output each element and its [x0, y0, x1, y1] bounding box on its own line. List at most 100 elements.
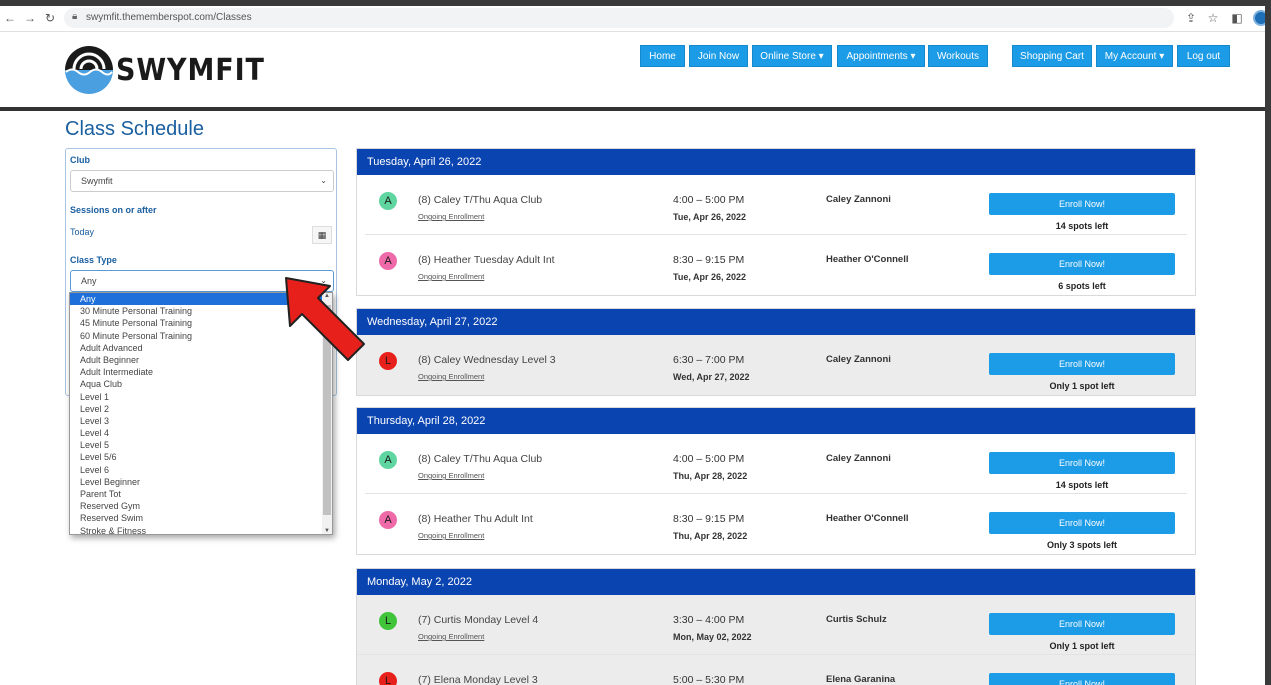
- window-frame-right: [1265, 0, 1271, 685]
- nav-my-account[interactable]: My Account ▾: [1096, 45, 1173, 67]
- nav-online-store[interactable]: Online Store ▾: [752, 45, 832, 67]
- day-block: Thursday, April 28, 2022 A (8) Caley T/Thu…: [356, 407, 1196, 555]
- class-level-badge: L: [379, 352, 397, 370]
- nav-join-now[interactable]: Join Now: [689, 45, 748, 67]
- dropdown-option[interactable]: Adult Intermediate: [70, 366, 332, 378]
- club-select-value: Swymfit: [81, 176, 113, 186]
- class-level-badge: A: [379, 192, 397, 210]
- enroll-now-button[interactable]: Enroll Now!: [989, 353, 1175, 375]
- day-header: Wednesday, April 27, 2022: [357, 309, 1195, 335]
- window-frame-top: [0, 0, 1271, 6]
- reload-icon[interactable]: ↻: [42, 9, 58, 27]
- class-name: (8) Heather Thu Adult Int: [418, 513, 533, 525]
- chevron-down-icon: ⌄: [320, 176, 327, 185]
- enrollment-type-link[interactable]: Ongoing Enrollment: [418, 372, 484, 381]
- day-block: Wednesday, April 27, 2022 L (8) Caley Wedn…: [356, 308, 1196, 396]
- page-title: Class Schedule: [65, 118, 204, 140]
- url-text: swymfit.thememberspot.com/Classes: [86, 12, 252, 23]
- dropdown-option[interactable]: Level 2: [70, 403, 332, 415]
- day-block: Tuesday, April 26, 2022 A (8) Caley T/Thu …: [356, 148, 1196, 296]
- nav-log-out[interactable]: Log out: [1177, 45, 1230, 67]
- dropdown-option[interactable]: Level 5: [70, 439, 332, 451]
- dropdown-option[interactable]: Level 4: [70, 427, 332, 439]
- instructor-name: Heather O'Connell: [826, 513, 909, 524]
- class-type-select-value: Any: [81, 276, 97, 286]
- nav-home[interactable]: Home: [640, 45, 685, 67]
- club-select[interactable]: Swymfit ⌄: [70, 170, 334, 192]
- class-time: 4:00 – 5:00 PM: [673, 453, 745, 465]
- spots-left-text: Only 1 spot left: [1049, 641, 1115, 651]
- spots-left-text: Only 3 spots left: [1046, 540, 1117, 550]
- class-level-badge: A: [379, 252, 397, 270]
- day-block: Monday, May 2, 2022 L (7) Curtis Monday Le…: [356, 568, 1196, 685]
- enrollment-type-link[interactable]: Ongoing Enrollment: [418, 531, 484, 540]
- enrollment-type-link[interactable]: Ongoing Enrollment: [418, 212, 484, 221]
- site-header: SWYMFIT Home Join Now Online Store ▾ App…: [0, 33, 1265, 111]
- club-label: Club: [70, 155, 90, 165]
- class-name: (8) Caley T/Thu Aqua Club: [418, 194, 543, 206]
- address-bar[interactable]: 🔒︎ swymfit.thememberspot.com/Classes: [64, 8, 1174, 28]
- scroll-down-icon[interactable]: ▼: [323, 528, 331, 534]
- class-name: (8) Caley Wednesday Level 3: [418, 354, 556, 366]
- spots-left-text: 14 spots left: [1055, 480, 1109, 490]
- dropdown-option[interactable]: Reserved Swim: [70, 512, 332, 524]
- sidebar-icon[interactable]: ◧: [1228, 9, 1246, 27]
- class-date: Wed, Apr 27, 2022: [673, 372, 750, 382]
- dropdown-option[interactable]: Parent Tot: [70, 488, 332, 500]
- day-header: Tuesday, April 26, 2022: [357, 149, 1195, 175]
- enrollment-type-link[interactable]: Ongoing Enrollment: [418, 471, 484, 480]
- dropdown-option[interactable]: Level 5/6: [70, 451, 332, 463]
- swymfit-logo[interactable]: SWYMFIT: [64, 45, 264, 95]
- dropdown-option[interactable]: Level 1: [70, 391, 332, 403]
- instructor-name: Caley Zannoni: [826, 194, 891, 205]
- class-date: Tue, Apr 26, 2022: [673, 212, 747, 222]
- lock-icon: 🔒︎: [72, 11, 78, 22]
- dropdown-option[interactable]: Level 3: [70, 415, 332, 427]
- nav-appointments[interactable]: Appointments ▾: [837, 45, 925, 67]
- dropdown-option[interactable]: Aqua Club: [70, 378, 332, 390]
- sessions-date-input[interactable]: Today: [70, 227, 94, 237]
- instructor-name: Heather O'Connell: [826, 254, 909, 265]
- enroll-now-button[interactable]: Enroll Now!: [989, 613, 1175, 635]
- class-date: Mon, May 02, 2022: [673, 632, 752, 642]
- dropdown-option[interactable]: Stroke & Fitness: [70, 525, 332, 534]
- class-level-badge: A: [379, 451, 397, 469]
- class-row: A (8) Heather Thu Adult Int Ongoing Enroll…: [365, 494, 1187, 554]
- class-date: Thu, Apr 28, 2022: [673, 471, 748, 481]
- class-date: Thu, Apr 28, 2022: [673, 531, 748, 541]
- day-header: Thursday, April 28, 2022: [357, 408, 1195, 434]
- logo-text: SWYMFIT: [116, 53, 265, 88]
- enroll-now-button[interactable]: Enroll Now!: [989, 512, 1175, 534]
- day-header: Monday, May 2, 2022: [357, 569, 1195, 595]
- class-level-badge: A: [379, 511, 397, 529]
- enroll-now-button[interactable]: Enroll Now!: [989, 452, 1175, 474]
- enroll-now-button[interactable]: Enroll Now!: [989, 673, 1175, 685]
- enrollment-type-link[interactable]: Ongoing Enrollment: [418, 632, 484, 641]
- class-row: L (8) Caley Wednesday Level 3 Ongoing Enro…: [357, 335, 1195, 395]
- nav-shopping-cart[interactable]: Shopping Cart: [1012, 45, 1092, 67]
- spots-left-text: Only 1 spot left: [1049, 381, 1115, 391]
- share-icon[interactable]: ⇪: [1182, 9, 1200, 27]
- back-icon[interactable]: ←: [2, 9, 18, 27]
- enroll-now-button[interactable]: Enroll Now!: [989, 253, 1175, 275]
- spots-left-text: 6 spots left: [1058, 281, 1106, 291]
- nav-workouts[interactable]: Workouts: [928, 45, 988, 67]
- wave-logo-icon: [65, 46, 113, 94]
- calendar-icon[interactable]: ▦: [312, 226, 332, 244]
- class-time: 5:00 – 5:30 PM: [673, 674, 745, 685]
- dropdown-option[interactable]: Reserved Gym: [70, 500, 332, 512]
- class-row: A (8) Caley T/Thu Aqua Club Ongoing Enroll…: [365, 434, 1187, 494]
- enroll-now-button[interactable]: Enroll Now!: [989, 193, 1175, 215]
- instructor-name: Curtis Schulz: [826, 614, 887, 625]
- class-type-label: Class Type: [70, 255, 117, 265]
- forward-icon[interactable]: →: [22, 9, 38, 27]
- dropdown-option[interactable]: Level Beginner: [70, 476, 332, 488]
- instructor-name: Caley Zannoni: [826, 453, 891, 464]
- bookmark-star-icon[interactable]: ☆: [1204, 9, 1222, 27]
- dropdown-option[interactable]: Level 6: [70, 464, 332, 476]
- class-row: L (7) Curtis Monday Level 4 Ongoing Enroll…: [357, 595, 1195, 655]
- enrollment-type-link[interactable]: Ongoing Enrollment: [418, 272, 484, 281]
- spots-left-text: 14 spots left: [1055, 221, 1109, 231]
- class-name: (7) Curtis Monday Level 4: [418, 614, 539, 626]
- class-row: A (8) Heather Tuesday Adult Int Ongoing En…: [365, 235, 1187, 295]
